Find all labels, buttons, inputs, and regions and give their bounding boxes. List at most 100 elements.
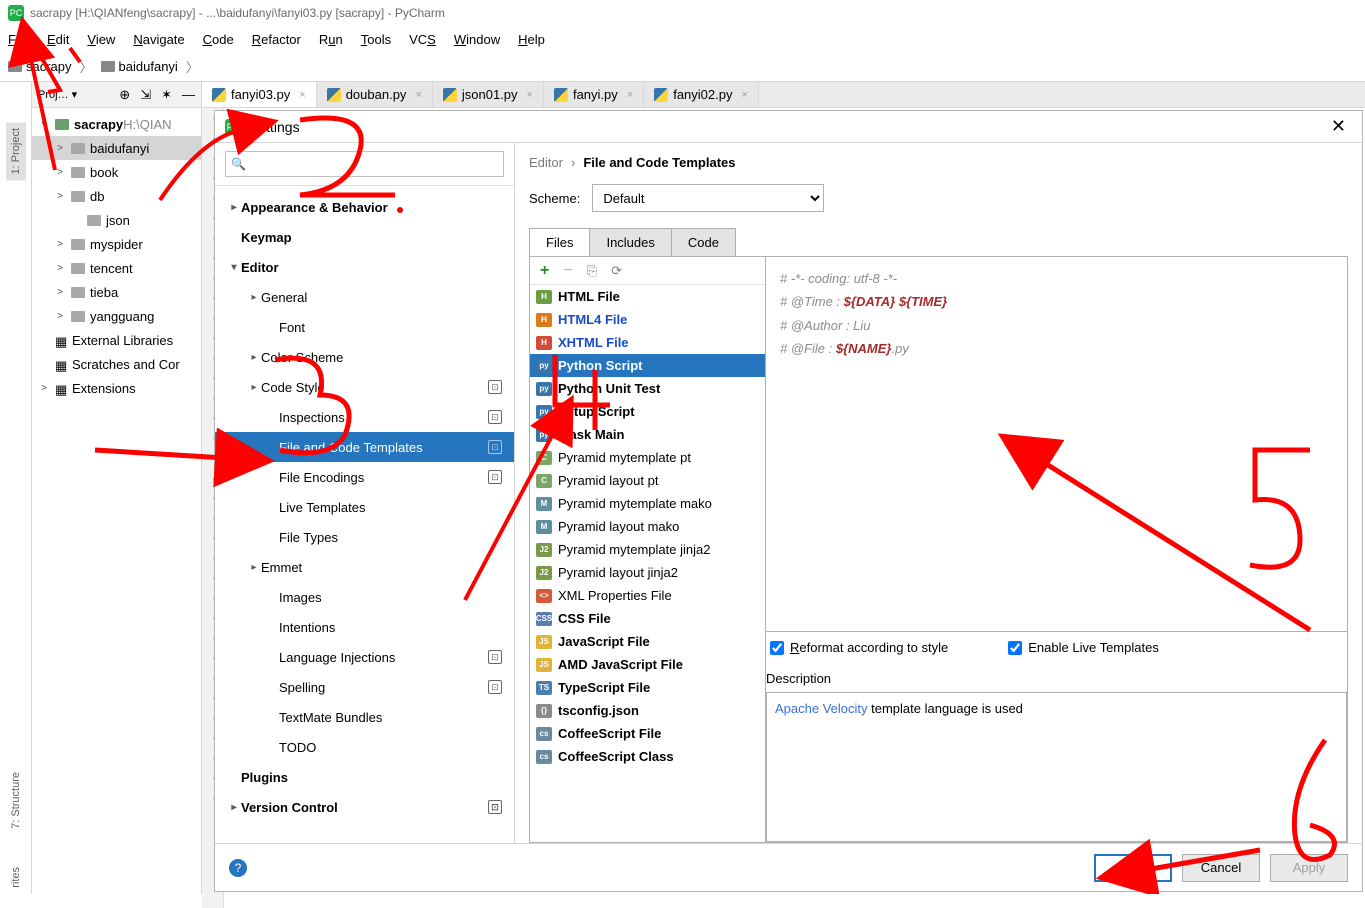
settings-nav-item[interactable]: ▸General (215, 282, 514, 312)
settings-nav-item[interactable]: Font (215, 312, 514, 342)
close-tab-icon[interactable]: × (415, 89, 421, 101)
hide-icon[interactable]: — (182, 87, 195, 102)
tree-item[interactable]: >▦Extensions (32, 376, 201, 400)
copy-icon[interactable]: ⎘ (587, 263, 597, 279)
settings-nav-item[interactable]: ▸Version Control⊡ (215, 792, 514, 822)
tool-tab-favorites[interactable]: rites (6, 865, 26, 894)
template-list-item[interactable]: JSJavaScript File (530, 630, 765, 653)
project-view-combo[interactable]: Proj… ▾ (38, 88, 77, 101)
template-list-item[interactable]: HHTML File (530, 285, 765, 308)
template-list-item[interactable]: <>XML Properties File (530, 584, 765, 607)
cancel-button[interactable]: Cancel (1182, 854, 1260, 882)
reformat-check-input[interactable] (770, 641, 784, 655)
template-list-item[interactable]: csCoffeeScript File (530, 722, 765, 745)
close-icon[interactable]: ✕ (1325, 116, 1352, 137)
close-tab-icon[interactable]: × (627, 89, 633, 101)
template-list-item[interactable]: HXHTML File (530, 331, 765, 354)
editor-tab[interactable]: json01.py× (433, 82, 544, 107)
remove-icon[interactable]: − (563, 262, 572, 280)
menu-view[interactable]: View (87, 32, 115, 47)
editor-tab[interactable]: fanyi03.py× (202, 82, 317, 107)
settings-nav-item[interactable]: File and Code Templates⊡ (215, 432, 514, 462)
editor-tab[interactable]: douban.py× (317, 82, 433, 107)
tree-item[interactable]: >tencent (32, 256, 201, 280)
apache-velocity-link[interactable]: Apache Velocity (775, 701, 868, 716)
settings-search-input[interactable] (225, 151, 504, 177)
settings-nav-item[interactable]: ▸Code Style⊡ (215, 372, 514, 402)
template-tab[interactable]: Code (672, 229, 735, 256)
template-list-item[interactable]: MPyramid mytemplate mako (530, 492, 765, 515)
template-list-item[interactable]: J2Pyramid layout jinja2 (530, 561, 765, 584)
tree-item[interactable]: ▦Scratches and Cor (32, 352, 201, 376)
menu-code[interactable]: Code (203, 32, 234, 47)
editor-tab[interactable]: fanyi02.py× (644, 82, 759, 107)
tree-item[interactable]: >tieba (32, 280, 201, 304)
collapse-all-icon[interactable]: ⇲ (140, 87, 151, 103)
settings-nav-item[interactable]: Language Injections⊡ (215, 642, 514, 672)
tree-item[interactable]: json (32, 208, 201, 232)
settings-nav-item[interactable]: ▸Appearance & Behavior (215, 192, 514, 222)
ok-button[interactable]: OK (1094, 854, 1172, 882)
close-tab-icon[interactable]: × (527, 89, 533, 101)
settings-nav-item[interactable]: Spelling⊡ (215, 672, 514, 702)
settings-nav-item[interactable]: ▸Emmet (215, 552, 514, 582)
add-icon[interactable]: + (540, 262, 549, 280)
template-list-item[interactable]: CSSCSS File (530, 607, 765, 630)
settings-nav-item[interactable]: File Encodings⊡ (215, 462, 514, 492)
template-list-item[interactable]: HHTML4 File (530, 308, 765, 331)
tree-root[interactable]: ▾sacrapy H:\QIAN (32, 112, 201, 136)
gear-icon[interactable]: ✶ (161, 87, 172, 103)
breadcrumb-parent[interactable]: Editor (529, 155, 563, 170)
apply-button[interactable]: Apply (1270, 854, 1348, 882)
close-tab-icon[interactable]: × (741, 89, 747, 101)
menu-file[interactable]: File (8, 32, 29, 47)
menu-window[interactable]: Window (454, 32, 500, 47)
template-list-item[interactable]: pyFlask Main (530, 423, 765, 446)
template-list-item[interactable]: pyPython Script (530, 354, 765, 377)
template-list-item[interactable]: CPyramid mytemplate pt (530, 446, 765, 469)
tree-item[interactable]: >myspider (32, 232, 201, 256)
template-list-item[interactable]: csCoffeeScript Class (530, 745, 765, 768)
menu-tools[interactable]: Tools (361, 32, 391, 47)
settings-nav-item[interactable]: TextMate Bundles (215, 702, 514, 732)
template-list-item[interactable]: CPyramid layout pt (530, 469, 765, 492)
tool-tab-structure[interactable]: 7: Structure (6, 766, 26, 835)
menu-run[interactable]: Run (319, 32, 343, 47)
menu-edit[interactable]: Edit (47, 32, 69, 47)
breadcrumb-item[interactable]: baidufanyi 〉 (101, 57, 203, 76)
menu-help[interactable]: Help (518, 32, 545, 47)
template-tab[interactable]: Files (530, 229, 590, 256)
settings-nav-item[interactable]: TODO (215, 732, 514, 762)
settings-nav-item[interactable]: Inspections⊡ (215, 402, 514, 432)
settings-nav-item[interactable]: Live Templates (215, 492, 514, 522)
template-tab[interactable]: Includes (590, 229, 671, 256)
close-tab-icon[interactable]: × (299, 89, 305, 101)
template-list-item[interactable]: MPyramid layout mako (530, 515, 765, 538)
template-list-item[interactable]: pySetup Script (530, 400, 765, 423)
tree-item[interactable]: >baidufanyi (32, 136, 201, 160)
template-list-item[interactable]: J2Pyramid mytemplate jinja2 (530, 538, 765, 561)
settings-nav-item[interactable]: Intentions (215, 612, 514, 642)
reformat-checkbox[interactable]: Reformat according to style (770, 640, 948, 655)
template-list-item[interactable]: pyPython Unit Test (530, 377, 765, 400)
breadcrumb-item[interactable]: sacrapy 〉 (8, 57, 97, 76)
tree-item[interactable]: >yangguang (32, 304, 201, 328)
scheme-select[interactable]: Default (592, 184, 824, 212)
settings-nav-item[interactable]: ▾Editor (215, 252, 514, 282)
template-code-editor[interactable]: # -*- coding: utf-8 -*-# @Time : ${DATA}… (766, 257, 1347, 632)
menu-vcs[interactable]: VCS (409, 32, 436, 47)
tree-item[interactable]: ▦External Libraries (32, 328, 201, 352)
template-list-item[interactable]: JSAMD JavaScript File (530, 653, 765, 676)
tool-tab-project[interactable]: 1: Project (6, 122, 26, 180)
settings-nav-item[interactable]: Keymap (215, 222, 514, 252)
scroll-from-source-icon[interactable]: ⊕ (119, 87, 130, 103)
template-list-item[interactable]: TSTypeScript File (530, 676, 765, 699)
tree-item[interactable]: >db (32, 184, 201, 208)
menu-refactor[interactable]: Refactor (252, 32, 301, 47)
editor-tab[interactable]: fanyi.py× (544, 82, 644, 107)
settings-nav-item[interactable]: ▸Color Scheme (215, 342, 514, 372)
settings-nav-item[interactable]: Images (215, 582, 514, 612)
refresh-icon[interactable]: ⟳ (611, 263, 622, 279)
help-icon[interactable]: ? (229, 859, 247, 877)
tree-item[interactable]: >book (32, 160, 201, 184)
